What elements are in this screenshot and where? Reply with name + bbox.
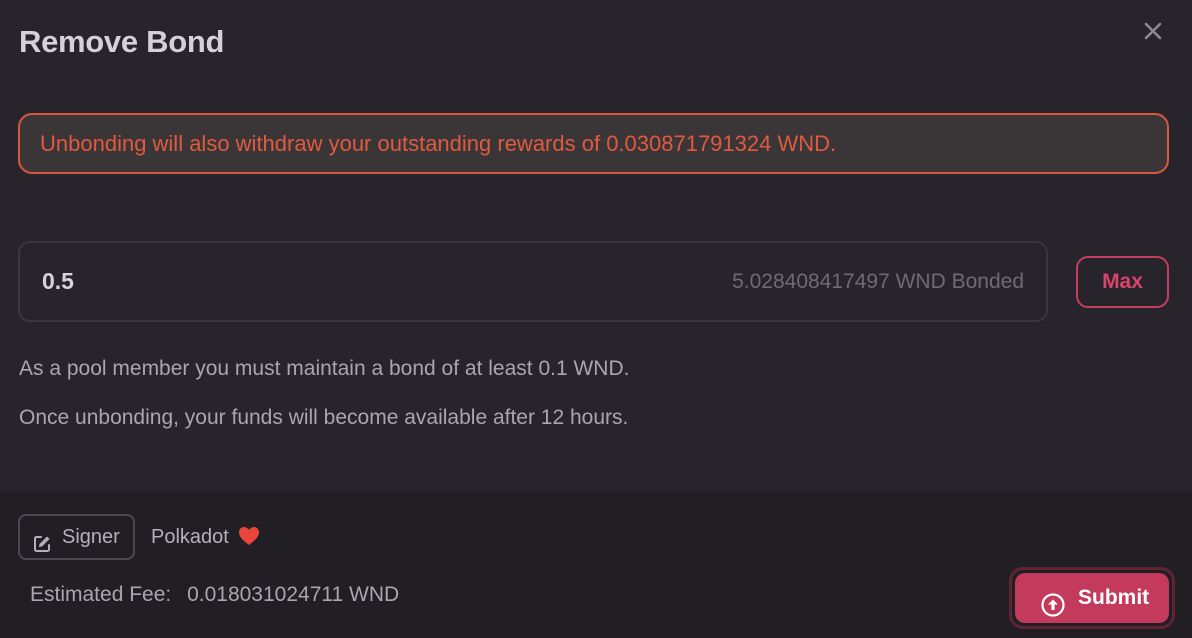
unbond-amount-input[interactable]	[42, 243, 542, 320]
account-name: Polkadot	[151, 526, 229, 548]
remove-bond-modal: Remove Bond Unbonding will also withdraw…	[0, 0, 1192, 638]
signer-account: Polkadot	[151, 514, 260, 560]
modal-footer: Signer Polkadot Estimated Fee: 0.0180310…	[0, 491, 1192, 638]
submit-button[interactable]: Submit	[1015, 573, 1169, 623]
heart-icon	[238, 517, 260, 545]
estimated-fee: Estimated Fee: 0.018031024711 WND	[30, 583, 399, 607]
submit-focus-ring: Submit	[1009, 567, 1175, 629]
signer-button[interactable]: Signer	[18, 514, 135, 560]
rewards-warning: Unbonding will also withdraw your outsta…	[18, 113, 1169, 174]
submit-label: Submit	[1078, 586, 1150, 609]
min-bond-note: As a pool member you must maintain a bon…	[19, 357, 630, 380]
arrow-up-circle-icon	[1041, 586, 1065, 617]
unbond-amount-field[interactable]: 5.028408417497 WND Bonded	[18, 241, 1048, 322]
unbond-time-note: Once unbonding, your funds will become a…	[19, 406, 629, 429]
bonded-balance: 5.028408417497 WND Bonded	[732, 270, 1024, 293]
edit-icon	[32, 527, 52, 552]
max-button[interactable]: Max	[1076, 256, 1169, 308]
close-icon[interactable]	[1140, 18, 1166, 44]
signer-label: Signer	[62, 526, 120, 548]
fee-value: 0.018031024711 WND	[187, 583, 400, 606]
modal-title: Remove Bond	[19, 24, 225, 59]
fee-label: Estimated Fee:	[30, 583, 172, 606]
